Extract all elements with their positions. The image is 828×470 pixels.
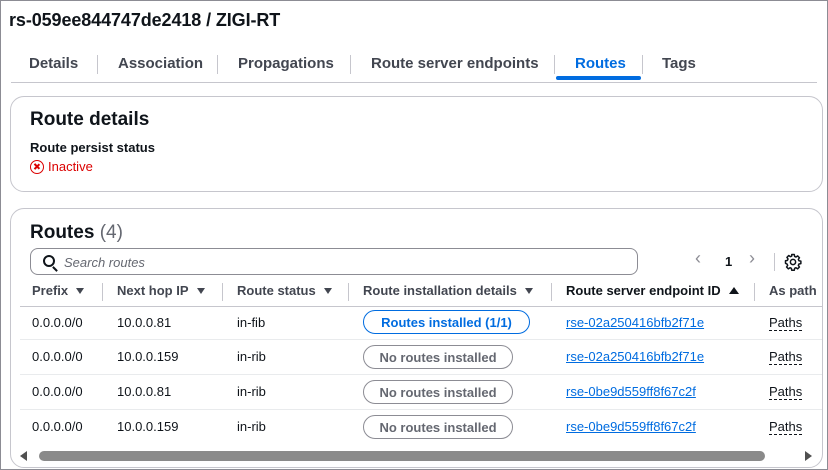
tab-tags[interactable]: Tags [662, 55, 696, 72]
route-details-title: Route details [30, 109, 150, 130]
tab-divider [350, 55, 351, 74]
column-header-as-path[interactable]: As path [769, 283, 817, 298]
endpoint-link[interactable]: rse-02a250416bfb2f71e [566, 315, 704, 330]
cell-route-status: in-rib [237, 419, 266, 434]
sort-caret-icon [196, 288, 205, 294]
column-header-label: Route installation details [363, 283, 517, 298]
tab-route-server-endpoints[interactable]: Route server endpoints [371, 55, 539, 72]
cell-route-status: in-fib [237, 315, 266, 330]
route-persist-status-label: Route persist status [30, 140, 155, 155]
routes-card: Routes (4) ‹ 1 › Prefix Next hop IP Rout… [10, 208, 823, 468]
endpoint-link[interactable]: rse-02a250416bfb2f71e [566, 349, 704, 364]
column-divider[interactable] [551, 283, 552, 301]
sort-caret-icon [323, 288, 332, 294]
cell-prefix: 0.0.0.0/0 [32, 315, 83, 330]
page-number[interactable]: 1 [725, 254, 732, 269]
column-header-label: Route server endpoint ID [566, 283, 721, 298]
scrollbar-thumb[interactable] [39, 451, 765, 461]
column-header-label: Next hop IP [117, 283, 189, 298]
column-header-label: As path [769, 283, 817, 298]
as-path-popover-trigger[interactable]: Paths [769, 384, 803, 400]
cell-prefix: 0.0.0.0/0 [32, 349, 83, 364]
scroll-right-arrow-icon[interactable] [805, 451, 812, 461]
column-header-route-status[interactable]: Route status [237, 283, 332, 298]
endpoint-link[interactable]: rse-0be9d559ff8f67c2f [566, 419, 696, 434]
as-path-popover-trigger[interactable]: Paths [769, 349, 803, 365]
column-header-next-hop-ip[interactable]: Next hop IP [117, 283, 205, 298]
column-divider[interactable] [102, 283, 103, 301]
routes-count: (4) [99, 222, 123, 243]
active-tab-indicator [556, 76, 641, 80]
previous-page-button[interactable]: ‹ [695, 248, 701, 269]
cell-prefix: 0.0.0.0/0 [32, 384, 83, 399]
search-input[interactable] [64, 253, 624, 271]
tab-propagations[interactable]: Propagations [238, 55, 334, 72]
tab-details[interactable]: Details [29, 55, 78, 72]
no-routes-installed-button[interactable]: No routes installed [363, 415, 513, 439]
as-path-popover-trigger[interactable]: Paths [769, 315, 803, 331]
column-header-label: Route status [237, 283, 316, 298]
status-text: Inactive [48, 159, 93, 174]
sort-ascending-icon [728, 287, 739, 294]
row-divider [20, 339, 822, 340]
no-routes-installed-button[interactable]: No routes installed [363, 345, 513, 369]
tab-association[interactable]: Association [118, 55, 203, 72]
row-divider [20, 409, 822, 410]
column-divider[interactable] [754, 283, 755, 301]
row-divider [20, 374, 822, 375]
pager-divider [774, 253, 775, 271]
cell-route-status: in-rib [237, 349, 266, 364]
tab-divider [217, 55, 218, 74]
tab-divider [97, 55, 98, 74]
page-title: rs-059ee844747de2418 / ZIGI-RT [9, 10, 281, 30]
gear-icon[interactable] [784, 253, 802, 271]
as-path-popover-trigger[interactable]: Paths [769, 419, 803, 435]
column-divider[interactable] [348, 283, 349, 301]
cell-next-hop-ip: 10.0.0.81 [117, 384, 172, 399]
tab-divider [642, 55, 643, 74]
cell-next-hop-ip: 10.0.0.159 [117, 419, 179, 434]
cell-next-hop-ip: 10.0.0.159 [117, 349, 179, 364]
status-badge: Inactive [30, 159, 93, 174]
no-routes-installed-button[interactable]: No routes installed [363, 380, 513, 404]
table-header-divider [20, 306, 822, 307]
routes-title: Routes (4) [30, 222, 123, 244]
column-divider[interactable] [222, 283, 223, 301]
tab-divider [554, 55, 555, 74]
app-window: rs-059ee844747de2418 / ZIGI-RT Details A… [0, 0, 828, 470]
sort-caret-icon [76, 288, 85, 294]
column-header-label: Prefix [32, 283, 69, 298]
column-header-route-installation-details[interactable]: Route installation details [363, 283, 533, 298]
cell-next-hop-ip: 10.0.0.81 [117, 315, 172, 330]
sort-caret-icon [524, 288, 533, 294]
search-icon [43, 255, 55, 267]
next-page-button[interactable]: › [749, 248, 755, 269]
cell-prefix: 0.0.0.0/0 [32, 419, 83, 434]
route-details-card: Route details Route persist status Inact… [10, 96, 823, 192]
routes-installed-button[interactable]: Routes installed (1/1) [363, 310, 530, 334]
error-circle-icon [30, 159, 44, 174]
horizontal-scrollbar[interactable] [15, 449, 817, 463]
routes-title-text: Routes [30, 222, 95, 243]
tab-routes[interactable]: Routes [575, 55, 626, 72]
cell-route-status: in-rib [237, 384, 266, 399]
column-header-prefix[interactable]: Prefix [32, 283, 85, 298]
column-header-route-server-endpoint-id[interactable]: Route server endpoint ID [566, 283, 739, 298]
scroll-left-arrow-icon[interactable] [20, 451, 27, 461]
endpoint-link[interactable]: rse-0be9d559ff8f67c2f [566, 384, 696, 399]
search-box[interactable] [30, 248, 638, 275]
